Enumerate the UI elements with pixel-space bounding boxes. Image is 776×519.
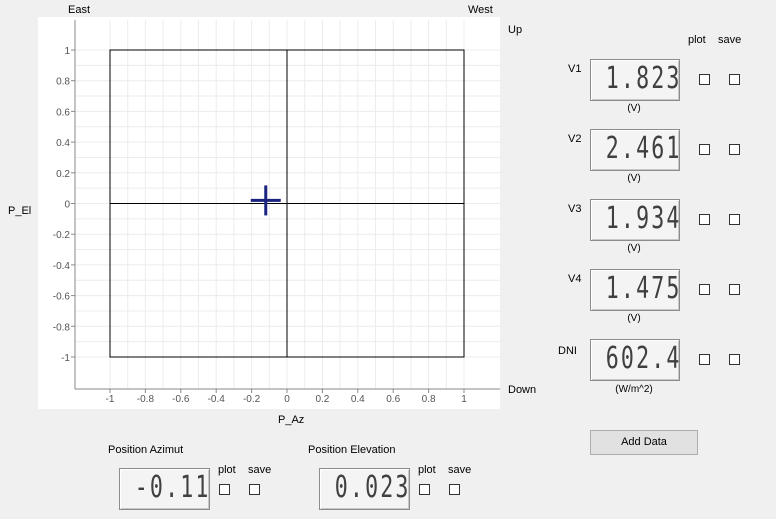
west-label: West (468, 4, 493, 16)
y-tick-label: 0.6 (56, 107, 70, 118)
x-tick-label: 0 (284, 394, 290, 405)
channel-unit: (V) (627, 313, 641, 324)
x-tick-label: -0.6 (172, 394, 190, 405)
y-tick-label: -0.6 (53, 292, 71, 303)
up-label: Up (508, 24, 523, 36)
save-checkbox[interactable] (729, 214, 740, 225)
position-azimut-display: -0.11 (119, 468, 210, 510)
x-tick-label: 0.8 (422, 394, 436, 405)
y-axis-label: P_El (8, 205, 32, 217)
x-tick-label: 0.2 (315, 394, 329, 405)
channel-name: V2 (568, 133, 582, 145)
y-tick-label: 0 (64, 200, 70, 211)
channel-name: V1 (568, 63, 582, 75)
plot-marker (250, 185, 281, 216)
add-data-button[interactable]: Add Data (590, 430, 698, 455)
channel-name: DNI (558, 345, 577, 357)
x-axis-label: P_Az (278, 414, 305, 426)
y-tick-label: -1 (61, 353, 70, 364)
plot-checkbox[interactable] (699, 74, 710, 85)
x-tick-label: -0.4 (208, 394, 226, 405)
channel-unit: (V) (627, 173, 641, 184)
position-azimut-title: Position Azimut (108, 444, 184, 456)
position-elevation-plot-checkbox[interactable] (419, 484, 430, 495)
x-tick-label: -0.2 (243, 394, 261, 405)
position-elevation-plot-label: plot (418, 464, 436, 476)
channel-name: V3 (568, 203, 582, 215)
y-tick-label: 0.2 (56, 169, 70, 180)
channel-display: 1.934 (590, 199, 680, 241)
plot-checkbox[interactable] (699, 284, 710, 295)
y-tick-label: -0.4 (53, 261, 71, 272)
y-tick-label: 0.8 (56, 77, 70, 88)
y-tick-label: -0.2 (53, 230, 71, 241)
channel-unit: (V) (627, 103, 641, 114)
save-checkbox[interactable] (729, 354, 740, 365)
x-tick-label: 0.6 (386, 394, 400, 405)
save-checkbox[interactable] (729, 284, 740, 295)
plot-checkbox[interactable] (699, 214, 710, 225)
east-label: East (68, 4, 91, 16)
x-tick-label: -0.8 (137, 394, 155, 405)
save-column-header: save (718, 34, 742, 46)
channel-display: 1.823 (590, 59, 680, 101)
plot-ticks: -1 -0.8 -0.6 -0.4 -0.2 0 0.2 0.4 0.6 0.8 1 1 0.8 0.6 0… (53, 46, 467, 405)
x-tick-label: 1 (461, 394, 467, 405)
channel-display: 1.475 (590, 269, 680, 311)
y-tick-label: 1 (64, 46, 70, 57)
x-tick-label: -1 (106, 394, 115, 405)
plot-checkbox[interactable] (699, 144, 710, 155)
y-tick-label: 0.4 (56, 138, 70, 149)
position-elevation-save-checkbox[interactable] (449, 484, 460, 495)
position-elevation-display: 0.023 (319, 468, 410, 510)
plot-frame (74, 20, 500, 390)
channel-display: 602.4 (590, 339, 680, 381)
channel-unit: (W/m^2) (615, 384, 653, 395)
channel-name: V4 (568, 273, 582, 285)
position-elevation-save-label: save (448, 464, 472, 476)
position-azimut-save-label: save (248, 464, 272, 476)
channel-display: 2.461 (590, 129, 680, 171)
channel-unit: (V) (627, 243, 641, 254)
y-tick-label: -0.8 (53, 322, 71, 333)
x-tick-label: 0.4 (351, 394, 365, 405)
position-azimut-plot-checkbox[interactable] (219, 484, 230, 495)
save-checkbox[interactable] (729, 74, 740, 85)
position-azimut-save-checkbox[interactable] (249, 484, 260, 495)
plot-column-header: plot (688, 34, 706, 46)
save-checkbox[interactable] (729, 144, 740, 155)
down-label: Down (508, 384, 537, 396)
position-elevation-title: Position Elevation (308, 444, 396, 456)
position-azimut-plot-label: plot (218, 464, 236, 476)
plot-checkbox[interactable] (699, 354, 710, 365)
